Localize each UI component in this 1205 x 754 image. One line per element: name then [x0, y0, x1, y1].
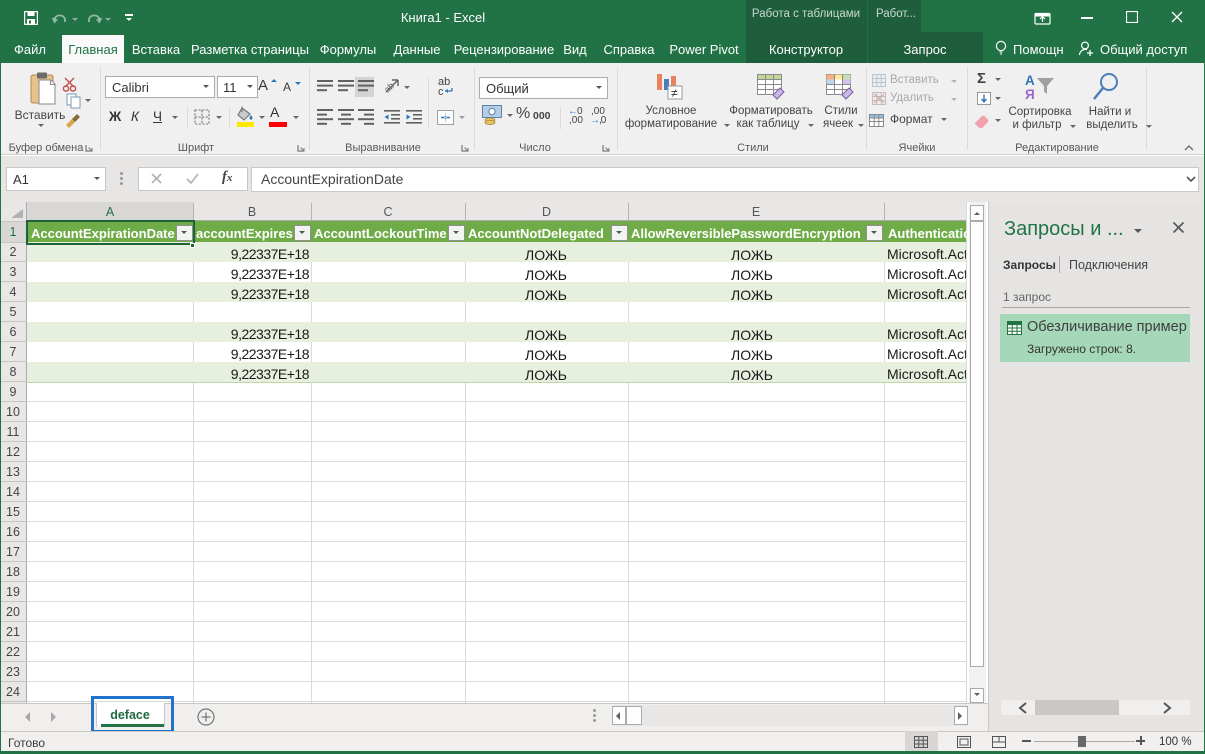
svg-text:Я: Я: [1025, 87, 1035, 102]
svg-text:c: c: [438, 86, 444, 96]
svg-text:≠: ≠: [671, 86, 678, 100]
svg-text:ab: ab: [384, 81, 396, 95]
svg-text:А: А: [1025, 73, 1035, 88]
